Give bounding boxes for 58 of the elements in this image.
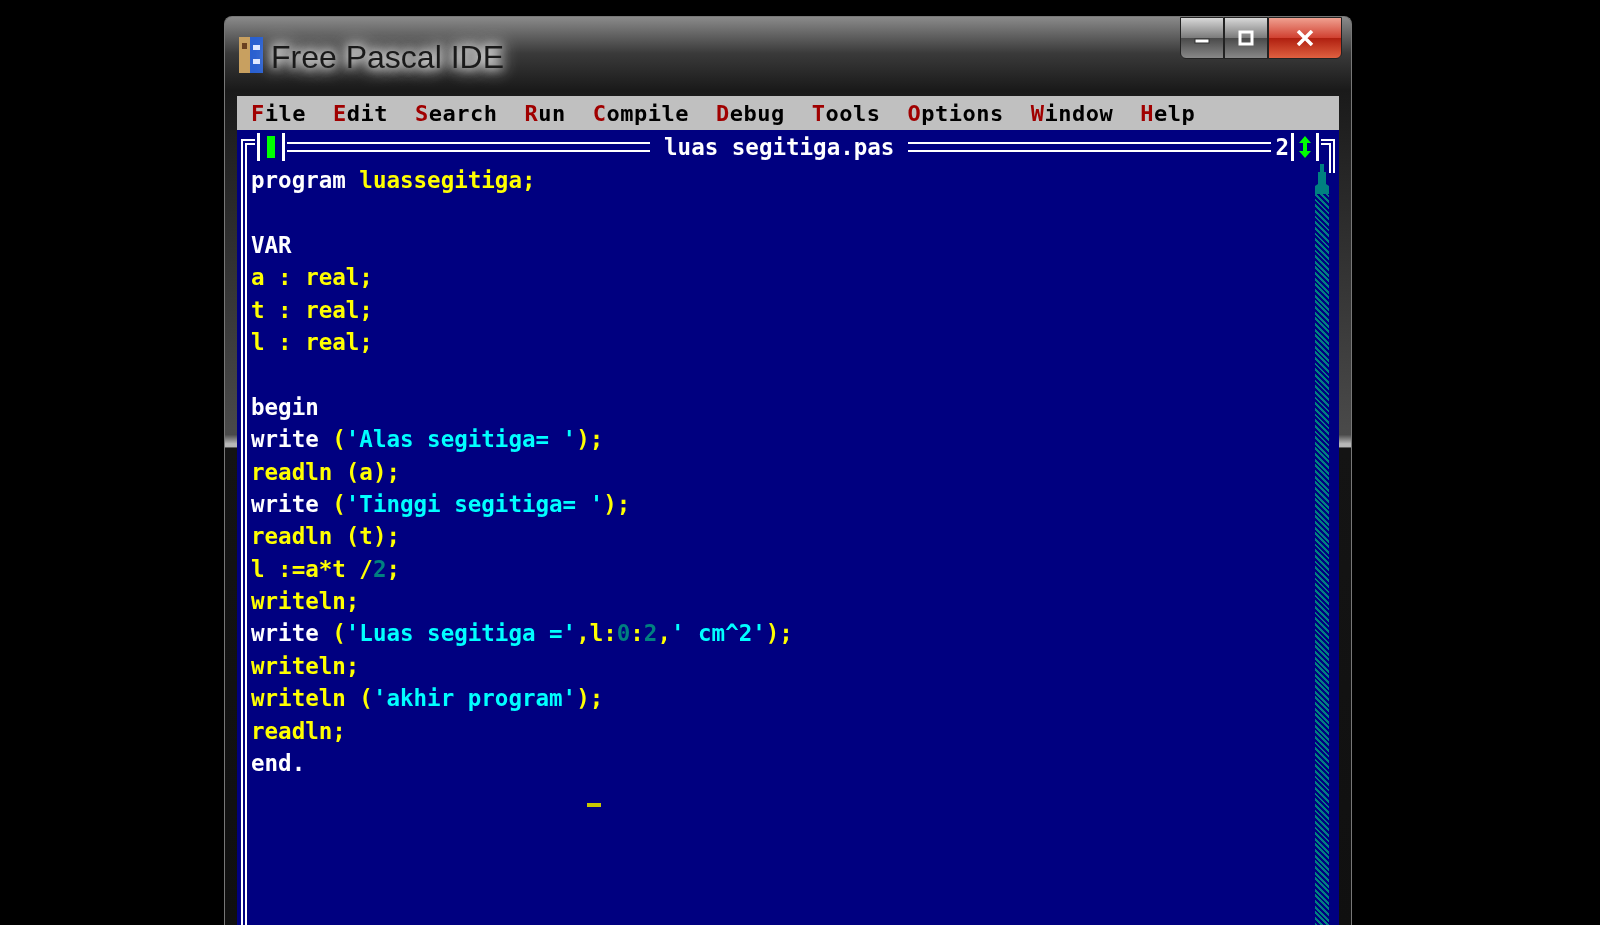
menu-item[interactable]: Tools — [811, 100, 881, 126]
code-token: 0 — [616, 620, 631, 647]
menu-item[interactable]: Window — [1030, 100, 1114, 126]
menu-item[interactable]: Help — [1140, 100, 1196, 126]
code-token: ); — [603, 490, 631, 517]
code-token: write — [251, 426, 319, 453]
code-token: 'Tinggi segitiga= ' — [345, 490, 604, 517]
menu-item[interactable]: File — [251, 100, 306, 126]
menu-item[interactable]: Search — [415, 100, 498, 126]
code-token: : — [630, 620, 644, 647]
code-token: readln (a); — [251, 458, 400, 485]
close-icon — [1296, 30, 1314, 46]
code-token: luassegitiga; — [358, 167, 536, 193]
code-token: ); — [576, 685, 604, 712]
code-token: l :=a*t / — [251, 555, 373, 582]
close-button[interactable] — [1268, 17, 1342, 59]
zoom-box[interactable] — [1291, 133, 1319, 161]
code-token: writeln; — [251, 652, 360, 679]
code-token: VAR — [251, 231, 292, 258]
code-token: writeln; — [251, 588, 360, 615]
code-token: write — [251, 490, 319, 517]
code-token: begin — [251, 393, 319, 420]
code-token: ); — [765, 620, 793, 647]
menu-item[interactable]: Run — [524, 100, 566, 126]
code-token: a : real; — [251, 264, 373, 291]
menu-item[interactable]: Options — [907, 100, 1004, 126]
maximize-button[interactable] — [1224, 17, 1268, 59]
code-token: write — [251, 620, 319, 647]
code-token: readln; — [251, 717, 346, 744]
window-title: Free Pascal IDE — [271, 39, 504, 76]
code-token: ; — [386, 555, 400, 582]
close-box[interactable] — [257, 133, 285, 161]
code-token: 'Alas segitiga= ' — [345, 426, 577, 453]
code-token: 'akhir program' — [372, 685, 577, 712]
code-token: writeln ( — [251, 685, 373, 712]
menu-item[interactable]: Edit — [333, 100, 388, 126]
maximize-icon — [1238, 30, 1254, 46]
menu-item[interactable]: Compile — [592, 100, 689, 126]
minimize-button[interactable] — [1180, 17, 1224, 59]
scrollbar[interactable] — [1315, 164, 1329, 925]
code-token: ( — [331, 490, 346, 517]
file-title: luas segitiga.pas — [663, 134, 896, 160]
menu-item[interactable]: Debug — [715, 100, 785, 126]
code-token: program — [251, 167, 346, 193]
code-token: 'Luas segitiga =' — [345, 620, 577, 647]
code-token: 2 — [643, 620, 658, 647]
code-token: , — [657, 620, 671, 647]
code-token: ); — [576, 426, 604, 453]
code-token: ,l: — [576, 620, 617, 647]
code-token: readln (t); — [251, 523, 400, 550]
code-token: ( — [331, 426, 346, 453]
code-token: ( — [331, 620, 346, 647]
code-token: end. — [251, 750, 306, 777]
window-number: 2 — [1274, 134, 1289, 160]
code-token: 2 — [372, 555, 387, 582]
code-token: t : real; — [251, 296, 373, 323]
code-token: ' cm^2' — [670, 620, 766, 647]
code-token: l : real; — [251, 328, 373, 355]
